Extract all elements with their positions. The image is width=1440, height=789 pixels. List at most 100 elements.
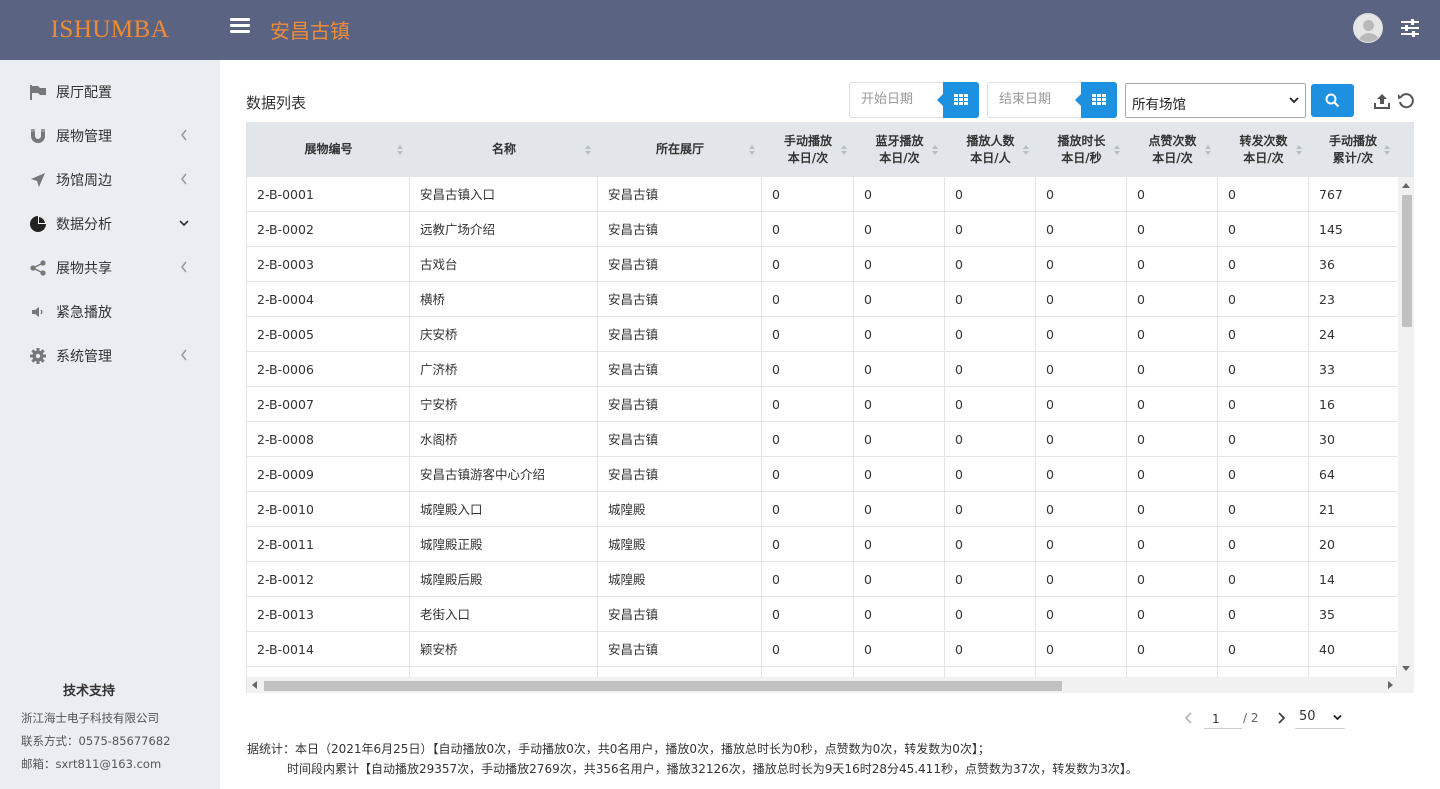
column-header-label: 播放时长 (1057, 133, 1106, 148)
end-date-input[interactable]: 结束日期 (987, 82, 1082, 118)
table-row[interactable]: 2-B-0005 庆安桥 安昌古镇 0 0 0 0 0 0 24 (247, 317, 1397, 352)
table-cell: 0 (762, 352, 854, 387)
sort-icon[interactable] (1205, 144, 1211, 156)
table-cell: 0 (1036, 422, 1127, 457)
table-cell: 0 (1127, 422, 1218, 457)
scrollbar-thumb[interactable] (264, 681, 1062, 691)
vertical-scrollbar[interactable] (1398, 177, 1414, 677)
sidebar-item-exhibit-sharing[interactable]: 展物共享 (0, 246, 220, 290)
table-row[interactable]: 2-B-0009 安昌古镇游客中心介绍 安昌古镇 0 0 0 0 0 0 64 (247, 457, 1397, 492)
table-cell: 0 (1036, 177, 1127, 212)
table-row[interactable]: 2-B-0014 颖安桥 安昌古镇 0 0 0 0 0 0 40 (247, 632, 1397, 667)
sort-icon[interactable] (841, 144, 847, 156)
sort-icon[interactable] (1114, 144, 1120, 156)
stats-today: 据统计：本日（2021年6月25日）【自动播放0次，手动播放0次，共0名用户，播… (247, 742, 990, 756)
venue-select[interactable]: 所有场馆 (1125, 83, 1306, 118)
sort-icon[interactable] (932, 144, 938, 156)
table-cell: 0 (762, 282, 854, 317)
table-cell: 0 (1127, 177, 1218, 212)
sidebar-item-hall-config[interactable]: 展厅配置 (0, 70, 220, 114)
sort-icon[interactable] (749, 144, 755, 156)
table-cell: 城隍殿入口 (410, 492, 598, 527)
sidebar-item-label: 系统管理 (56, 349, 112, 365)
column-header[interactable]: 名称 (410, 122, 598, 177)
table-row[interactable]: 2-B-0006 广济桥 安昌古镇 0 0 0 0 0 0 33 (247, 352, 1397, 387)
table-cell: 0 (1218, 527, 1309, 562)
sort-icon[interactable] (585, 144, 591, 156)
table-cell: 0 (762, 422, 854, 457)
sort-icon[interactable] (1296, 144, 1302, 156)
table-cell: 21 (1319, 502, 1335, 517)
sidebar-item-exhibit-management[interactable]: 展物管理 (0, 114, 220, 158)
table-row[interactable]: 2-B-0007 宁安桥 安昌古镇 0 0 0 0 0 0 16 (247, 387, 1397, 422)
table-cell: 2-B-0011 (247, 527, 410, 562)
column-header[interactable]: 点赞次数 本日/次 (1127, 122, 1218, 177)
table-row[interactable]: 2-B-0011 城隍殿正殿 城隍殿 0 0 0 0 0 0 20 (247, 527, 1397, 562)
scroll-right-icon[interactable] (1388, 681, 1393, 689)
table-cell: 0 (1127, 387, 1218, 422)
chevron-down-icon (179, 220, 189, 227)
table-cell: 0 (1036, 212, 1127, 247)
table-row[interactable]: 2-B-0001 安昌古镇入口 安昌古镇 0 0 0 0 0 0 767 (247, 177, 1397, 212)
sidebar-item-data-analysis[interactable]: 数据分析 (0, 202, 220, 246)
column-header[interactable]: 蓝牙播放 本日/次 (854, 122, 945, 177)
column-header[interactable]: 手动播放 累计/次 (1309, 122, 1397, 177)
table-row[interactable]: 2-B-0010 城隍殿入口 城隍殿 0 0 0 0 0 0 21 (247, 492, 1397, 527)
page-number-input[interactable]: 1 (1204, 709, 1242, 729)
table-row[interactable]: 2-B-0008 水阁桥 安昌古镇 0 0 0 0 0 0 30 (247, 422, 1397, 457)
sidebar-item-system-management[interactable]: 系统管理 (0, 334, 220, 378)
table-cell: 0 (945, 597, 1036, 632)
refresh-icon[interactable] (1397, 92, 1415, 110)
table-cell: 0 (945, 562, 1036, 597)
scroll-up-icon[interactable] (1402, 183, 1410, 188)
chevron-left-icon (181, 349, 187, 361)
table-cell: 安昌古镇 (598, 352, 762, 387)
column-header[interactable]: 手动播放 本日/次 (762, 122, 854, 177)
column-header[interactable]: 转发次数 本日/次 (1218, 122, 1309, 177)
table-cell: 0 (854, 177, 945, 212)
table-row[interactable]: 2-B-0013 老街入口 安昌古镇 0 0 0 0 0 0 35 (247, 597, 1397, 632)
data-table: 展物编号 名称 所在展厅 手动播放 本日/次 蓝牙播放 本日/次 播放人数 本日/人 播放时长 本日… (246, 122, 1414, 693)
hamburger-menu-icon[interactable] (230, 18, 250, 38)
table-cell: 30 (1319, 432, 1335, 447)
page-size-select[interactable]: 50 (1295, 707, 1345, 729)
sidebar-item-emergency-broadcast[interactable]: 紧急播放 (0, 290, 220, 334)
table-cell: 广济桥 (410, 352, 598, 387)
table-row[interactable]: 2-B-0004 横桥 安昌古镇 0 0 0 0 0 0 23 (247, 282, 1397, 317)
table-cell: 0 (854, 247, 945, 282)
table-cell: 安昌古镇游客中心介绍 (410, 457, 598, 492)
table-cell: 0 (1218, 317, 1309, 352)
table-cell: 0 (762, 597, 854, 632)
horizontal-scrollbar[interactable] (247, 677, 1414, 693)
table-row[interactable]: 2-B-0002 远教广场介绍 安昌古镇 0 0 0 0 0 0 145 (247, 212, 1397, 247)
table-row[interactable]: 2-B-0003 古戏台 安昌古镇 0 0 0 0 0 0 36 (247, 247, 1397, 282)
table-cell: 2-B-0008 (247, 422, 410, 457)
table-row[interactable]: 2-B-0012 城隍殿后殿 城隍殿 0 0 0 0 0 0 14 (247, 562, 1397, 597)
next-page-icon[interactable] (1275, 711, 1287, 725)
export-upload-icon[interactable] (1373, 92, 1391, 110)
search-button[interactable] (1311, 84, 1354, 117)
sort-icon[interactable] (1384, 144, 1390, 156)
sidebar-item-venue-surroundings[interactable]: 场馆周边 (0, 158, 220, 202)
sliders-icon[interactable] (1400, 18, 1420, 38)
start-date-input[interactable]: 开始日期 (849, 82, 944, 118)
table-cell (1036, 667, 1127, 677)
prev-page-icon[interactable] (1183, 711, 1195, 725)
start-date-calendar-button[interactable] (937, 82, 979, 118)
scrollbar-thumb[interactable] (1402, 195, 1412, 327)
sidebar-item-label: 场馆周边 (56, 173, 112, 189)
end-date-calendar-button[interactable] (1075, 82, 1117, 118)
column-header[interactable]: 播放时长 本日/秒 (1036, 122, 1127, 177)
column-header-label: 本日/次 (787, 150, 829, 165)
table-cell: 0 (1127, 247, 1218, 282)
sort-icon[interactable] (1023, 144, 1029, 156)
column-header[interactable]: 播放人数 本日/人 (945, 122, 1036, 177)
column-header[interactable]: 展物编号 (247, 122, 410, 177)
scroll-down-icon[interactable] (1402, 666, 1410, 671)
column-header[interactable]: 所在展厅 (598, 122, 762, 177)
sort-icon[interactable] (397, 144, 403, 156)
scroll-left-icon[interactable] (252, 681, 257, 689)
table-cell: 城隍殿 (598, 527, 762, 562)
table-cell: 0 (854, 422, 945, 457)
user-avatar[interactable] (1353, 13, 1383, 43)
